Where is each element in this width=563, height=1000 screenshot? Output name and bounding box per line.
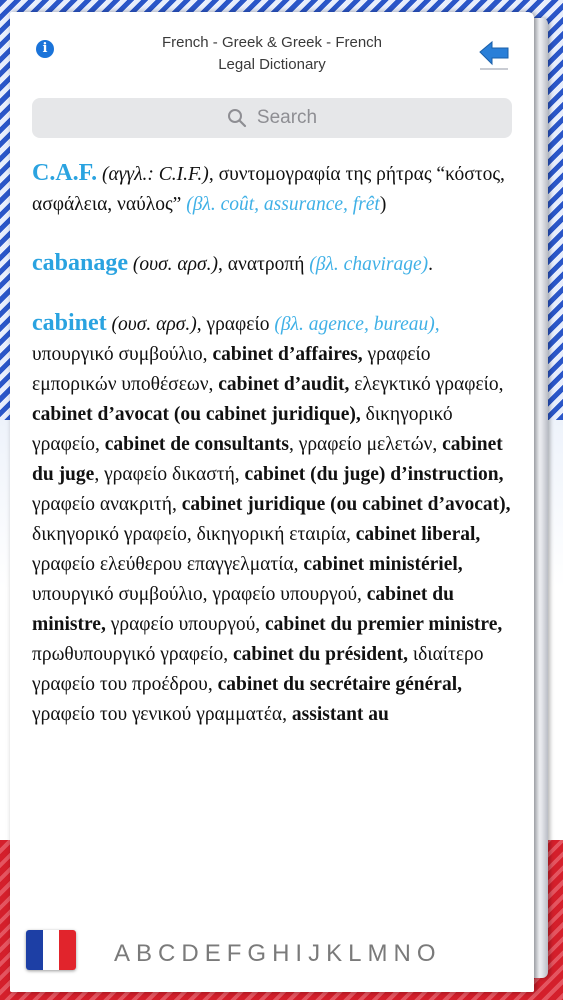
definition-text: γραφείο του γενικού γραμματέα, [32, 704, 292, 725]
index-letter[interactable]: C [158, 940, 175, 968]
index-letter[interactable]: L [348, 940, 361, 968]
definition-text: γραφείο ανακριτή, [32, 494, 182, 515]
definition-text: , ανατροπή [218, 254, 310, 275]
cross-reference-link[interactable]: (βλ. chavirage) [309, 254, 428, 275]
app-title-line1: French - Greek & Greek - French [161, 34, 383, 51]
dictionary-entry: cabinet (ουσ. αρσ.), γραφείο (βλ. agence… [32, 308, 512, 730]
definition-text: δικηγορικό γραφείο, δικηγορική εταιρία, [32, 524, 356, 545]
index-letter[interactable]: F [227, 940, 242, 968]
french-flag-icon[interactable] [26, 930, 76, 970]
phrase-term: cabinet ministériel, [303, 554, 463, 575]
definition-text: πρωθυπουργικό γραφείο, [32, 644, 234, 665]
definition-text: υπουργικό συμβούλιο, [32, 344, 213, 365]
grammar-note: (ουσ. αρσ.) [132, 254, 219, 275]
dictionary-entry: C.A.F. (αγγλ.: C.I.F.), συντομογραφία τη… [32, 158, 512, 220]
index-letter[interactable]: M [367, 940, 387, 968]
back-arrow-icon[interactable] [476, 38, 512, 74]
search-bar[interactable]: Search [32, 98, 512, 138]
phrase-term: cabinet (du juge) d’instruction, [244, 464, 504, 485]
flag-stripe-white [42, 930, 60, 970]
definition-text: υπουργικό συμβούλιο, γραφείο υπουργού, [32, 584, 367, 605]
definition-text: , γραφείο δικαστή, [94, 464, 245, 485]
phrase-term: cabinet de consultants [104, 434, 289, 455]
dictionary-entry: cabanage (ουσ. αρσ.), ανατροπή (βλ. chav… [32, 248, 512, 280]
index-letter[interactable]: E [205, 940, 221, 968]
phrase-term: cabinet liberal, [355, 524, 481, 545]
phrase-term: cabinet d’audit, [218, 374, 350, 395]
dictionary-page: i French - Greek & Greek - French Legal … [10, 12, 534, 992]
app-title: French - Greek & Greek - French Legal Di… [110, 32, 434, 76]
search-icon [227, 109, 246, 128]
index-letter[interactable]: H [272, 940, 289, 968]
headword: C.A.F. [32, 160, 98, 186]
index-letter[interactable]: K [326, 940, 342, 968]
definition-text: , γραφείο μελετών, [288, 434, 443, 455]
index-letter[interactable]: B [136, 940, 152, 968]
alphabet-index[interactable]: ABCDEFGHIJKLMNO [114, 940, 534, 970]
search-placeholder: Search [256, 107, 318, 128]
index-letter[interactable]: I [295, 940, 302, 968]
flag-stripe-blue [26, 930, 43, 970]
index-letter[interactable]: J [308, 940, 320, 968]
phrase-term: assistant au [291, 704, 389, 725]
flag-stripe-red [59, 930, 76, 970]
headword: cabinet [32, 310, 107, 336]
definition-text: . [428, 254, 434, 275]
cross-reference-link[interactable]: (βλ. coût, assurance, frêt [186, 194, 380, 215]
index-letter[interactable]: O [417, 940, 436, 968]
definition-text: γραφείο υπουργού, [105, 614, 266, 635]
index-letter[interactable]: D [181, 940, 198, 968]
phrase-term: cabinet du secrétaire général, [217, 674, 463, 695]
header: i French - Greek & Greek - French Legal … [10, 12, 534, 92]
footer: ABCDEFGHIJKLMNO [10, 922, 534, 992]
definition-text: γραφείο ελεύθερου επαγγελματία, [32, 554, 304, 575]
grammar-note: (ουσ. αρσ.) [111, 314, 197, 335]
definition-text: , γραφείο [196, 314, 275, 335]
phrase-term: cabinet du premier ministre, [265, 614, 503, 635]
entries-list: C.A.F. (αγγλ.: C.I.F.), συντομογραφία τη… [32, 158, 512, 918]
phrase-term: cabinet juridique (ou cabinet d’avocat), [181, 494, 511, 515]
page-edge [534, 18, 548, 978]
cross-reference-link[interactable]: (βλ. agence, bureau), [274, 314, 439, 335]
headword: cabanage [32, 250, 128, 276]
definition-text: ελεγκτικό γραφείο, [349, 374, 504, 395]
content-fade [10, 892, 534, 922]
phrase-term: cabinet d’avocat (ou cabinet juridique), [32, 404, 361, 425]
grammar-note: (αγγλ.: C.I.F.) [102, 164, 209, 185]
index-letter[interactable]: N [393, 940, 410, 968]
index-letter[interactable]: G [247, 940, 266, 968]
info-icon[interactable]: i [36, 40, 54, 58]
app-title-line2: Legal Dictionary [218, 56, 326, 73]
definition-text: ) [379, 194, 387, 215]
phrase-term: cabinet du président, [233, 644, 409, 665]
phrase-term: cabinet d’affaires, [212, 344, 363, 365]
index-letter[interactable]: A [114, 940, 130, 968]
